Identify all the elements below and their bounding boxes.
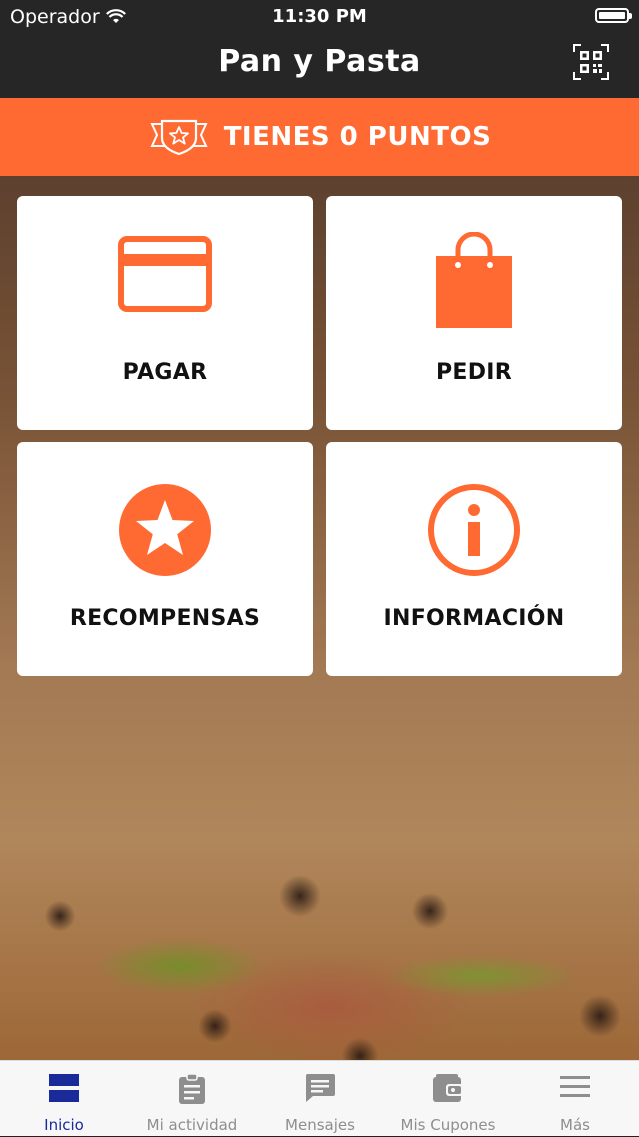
tile-icon-wrap bbox=[17, 236, 313, 312]
tab-icon-wrap bbox=[511, 1073, 639, 1099]
wallet-icon bbox=[433, 1074, 463, 1102]
rewards-label: RECOMPENSAS bbox=[69, 606, 261, 631]
tab-label: Mensajes bbox=[285, 1116, 355, 1134]
tab-icon-wrap bbox=[0, 1073, 128, 1103]
status-bar: Operador 11:30 PM bbox=[0, 0, 639, 34]
tile-icon-wrap bbox=[326, 482, 622, 578]
rewards-tile[interactable]: RECOMPENSAS bbox=[17, 442, 313, 676]
tab-mi-actividad[interactable]: Mi actividad bbox=[128, 1061, 256, 1137]
status-time: 11:30 PM bbox=[272, 6, 367, 27]
tab-mis-cupones[interactable]: Mis Cupones bbox=[384, 1061, 512, 1137]
tab-mensajes[interactable]: Mensajes bbox=[256, 1061, 384, 1137]
tile-icon-wrap bbox=[17, 482, 313, 578]
message-icon bbox=[305, 1074, 335, 1102]
battery-icon bbox=[595, 8, 632, 23]
qr-code-icon[interactable] bbox=[573, 44, 609, 80]
tab-icon-wrap bbox=[384, 1073, 512, 1103]
star-circle-icon bbox=[119, 484, 211, 576]
clipboard-icon bbox=[179, 1073, 205, 1104]
menu-icon bbox=[560, 1076, 590, 1097]
points-text: TIENES 0 PUNTOS bbox=[223, 122, 492, 152]
info-circle-icon bbox=[428, 484, 520, 576]
pay-tile[interactable]: PAGAR bbox=[17, 196, 313, 430]
tab-icon-wrap bbox=[128, 1073, 256, 1105]
home-grid-icon bbox=[49, 1074, 79, 1102]
tab-label: Mis Cupones bbox=[400, 1116, 496, 1134]
nav-bar: Pan y Pasta bbox=[0, 34, 639, 98]
order-tile[interactable]: PEDIR bbox=[326, 196, 622, 430]
tab-label: Más bbox=[560, 1116, 590, 1134]
points-banner[interactable]: TIENES 0 PUNTOS bbox=[0, 98, 639, 176]
tab-label: Inicio bbox=[44, 1116, 84, 1134]
order-label: PEDIR bbox=[435, 360, 513, 385]
credit-card-icon bbox=[118, 236, 212, 312]
pay-label: PAGAR bbox=[122, 360, 208, 385]
tab-icon-wrap bbox=[256, 1073, 384, 1103]
tab-bar: Inicio Mi actividad Mensajes Mis Cupones… bbox=[0, 1060, 639, 1136]
tab-inicio[interactable]: Inicio bbox=[0, 1061, 128, 1137]
tab-mas[interactable]: Más bbox=[511, 1061, 639, 1137]
page-title: Pan y Pasta bbox=[218, 44, 421, 79]
tile-icon-wrap bbox=[326, 232, 622, 330]
info-label: INFORMACIÓN bbox=[383, 606, 565, 631]
badge-star-icon bbox=[150, 119, 208, 156]
tab-label: Mi actividad bbox=[146, 1116, 238, 1134]
shopping-bag-icon bbox=[436, 232, 512, 328]
info-tile[interactable]: INFORMACIÓN bbox=[326, 442, 622, 676]
